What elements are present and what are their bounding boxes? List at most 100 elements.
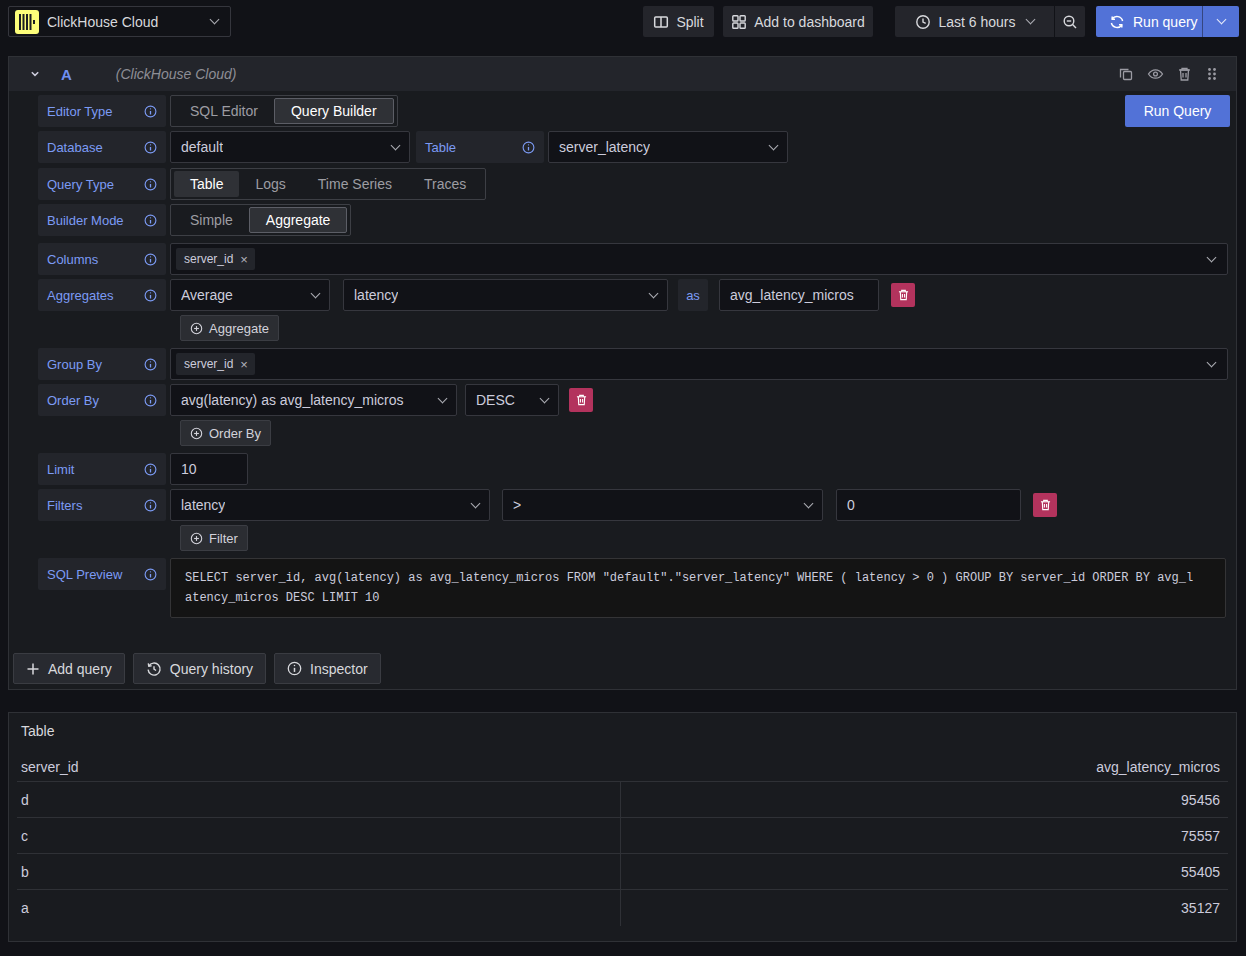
- info-circle-icon: [287, 661, 302, 676]
- remove-icon[interactable]: [240, 358, 248, 371]
- sql-preview-label: SQL Preview: [38, 558, 166, 590]
- limit-row: Limit 10: [38, 453, 248, 485]
- builder-mode-label: Builder Mode: [38, 204, 166, 236]
- group-by-multiselect[interactable]: server_id: [170, 348, 1228, 380]
- query-header[interactable]: A (ClickHouse Cloud): [9, 57, 1236, 91]
- filter-column-select[interactable]: latency: [170, 489, 490, 521]
- order-by-select[interactable]: avg(latency) as avg_latency_micros: [170, 384, 457, 416]
- trash-icon: [898, 289, 909, 301]
- columns-label: Columns: [38, 243, 166, 275]
- query-type-logs[interactable]: Logs: [239, 171, 301, 197]
- chevron-down-icon: [540, 393, 550, 403]
- chevron-down-icon: [1216, 15, 1226, 25]
- info-icon: [144, 463, 157, 476]
- table-header: server_id avg_latency_micros: [21, 759, 1220, 775]
- trash-icon: [576, 394, 587, 406]
- zoom-out-button[interactable]: [1055, 6, 1085, 37]
- remove-query-icon[interactable]: [1177, 66, 1192, 82]
- run-query-split-button: Run query: [1096, 6, 1239, 37]
- query-type-label: Query Type: [38, 168, 166, 200]
- chevron-down-icon: [391, 140, 401, 150]
- filters-row: Filters latency > 0: [38, 489, 1057, 521]
- columns-multiselect[interactable]: server_id: [170, 243, 1228, 275]
- editor-type-sql-editor[interactable]: SQL Editor: [174, 98, 274, 124]
- aggregate-function-select[interactable]: Average: [170, 279, 330, 311]
- limit-input[interactable]: 10: [170, 453, 248, 485]
- column-header-server-id[interactable]: server_id: [21, 759, 79, 775]
- editor-type-query-builder[interactable]: Query Builder: [274, 98, 394, 124]
- group-by-row: Group By server_id: [38, 348, 1228, 380]
- query-ref-id: A: [61, 66, 72, 83]
- toggle-visibility-icon[interactable]: [1147, 66, 1164, 82]
- database-select[interactable]: default: [170, 131, 410, 163]
- table-select[interactable]: server_latency: [548, 131, 788, 163]
- table-row: b55405: [17, 854, 1228, 890]
- info-icon: [144, 499, 157, 512]
- query-history-button[interactable]: Query history: [133, 653, 266, 684]
- info-icon: [144, 568, 157, 581]
- query-type-time-series[interactable]: Time Series: [302, 171, 408, 197]
- remove-icon[interactable]: [240, 253, 248, 266]
- datasource-picker[interactable]: ClickHouse Cloud: [8, 6, 231, 37]
- table-panel: Table server_id avg_latency_micros d9545…: [8, 712, 1237, 942]
- builder-mode-simple[interactable]: Simple: [174, 207, 249, 233]
- info-icon: [144, 289, 157, 302]
- as-label: as: [678, 279, 708, 311]
- column-header-avg-latency-micros[interactable]: avg_latency_micros: [1096, 759, 1220, 775]
- chevron-down-icon: [471, 498, 481, 508]
- group-by-label: Group By: [38, 348, 166, 380]
- editor-type-label: Editor Type: [38, 95, 166, 127]
- add-order-by-button[interactable]: Order By: [180, 420, 271, 446]
- database-label: Database: [38, 131, 166, 163]
- filters-label: Filters: [38, 489, 166, 521]
- sql-preview-text: SELECT server_id, avg(latency) as avg_la…: [185, 568, 1195, 608]
- info-icon: [144, 141, 157, 154]
- apps-icon: [731, 14, 747, 30]
- query-editor-panel: A (ClickHouse Cloud) Run Query Editor Ty…: [8, 56, 1237, 690]
- query-type-group: Table Logs Time Series Traces: [170, 168, 486, 200]
- remove-aggregate-button[interactable]: [891, 283, 915, 307]
- builder-mode-row: Builder Mode Simple Aggregate: [38, 204, 351, 236]
- chevron-down-icon: [769, 140, 779, 150]
- group-by-chip-server-id[interactable]: server_id: [176, 353, 255, 375]
- info-icon: [144, 253, 157, 266]
- query-type-traces[interactable]: Traces: [408, 171, 482, 197]
- inspector-button[interactable]: Inspector: [274, 653, 381, 684]
- builder-mode-group: Simple Aggregate: [170, 204, 351, 236]
- filter-operator-select[interactable]: >: [502, 489, 823, 521]
- add-aggregate-button[interactable]: Aggregate: [180, 315, 279, 341]
- info-icon: [144, 105, 157, 118]
- column-divider: [620, 782, 621, 926]
- split-button[interactable]: Split: [643, 6, 714, 37]
- run-query-dropdown-toggle[interactable]: [1202, 6, 1239, 37]
- add-to-dashboard-button[interactable]: Add to dashboard: [723, 6, 873, 37]
- remove-order-by-button[interactable]: [569, 388, 593, 412]
- run-query-button-editor[interactable]: Run Query: [1125, 95, 1230, 127]
- chevron-down-icon: [1025, 15, 1035, 25]
- run-query-button[interactable]: Run query: [1096, 6, 1202, 37]
- split-icon: [653, 14, 669, 30]
- info-icon: [144, 394, 157, 407]
- sql-preview-box: SELECT server_id, avg(latency) as avg_la…: [170, 558, 1226, 618]
- aggregate-column-select[interactable]: latency: [343, 279, 668, 311]
- query-type-row: Query Type Table Logs Time Series Traces: [38, 168, 486, 200]
- filter-value-input[interactable]: 0: [836, 489, 1021, 521]
- add-query-button[interactable]: Add query: [13, 653, 125, 684]
- query-type-table[interactable]: Table: [174, 171, 239, 197]
- columns-chip-server-id[interactable]: server_id: [176, 248, 255, 270]
- chevron-down-icon: [438, 393, 448, 403]
- remove-filter-button[interactable]: [1033, 493, 1057, 517]
- order-direction-select[interactable]: DESC: [465, 384, 559, 416]
- builder-mode-aggregate[interactable]: Aggregate: [249, 207, 348, 233]
- collapse-chevron-icon: [29, 68, 41, 80]
- time-range-picker[interactable]: Last 6 hours: [895, 6, 1054, 37]
- aggregates-row: Aggregates Average latency as avg_latenc…: [38, 279, 915, 311]
- duplicate-query-icon[interactable]: [1118, 66, 1134, 82]
- database-row: Database default Table server_latency: [38, 131, 788, 163]
- panel-title: Table: [21, 723, 54, 739]
- info-icon: [144, 358, 157, 371]
- aggregates-label: Aggregates: [38, 279, 166, 311]
- drag-handle-icon[interactable]: [1205, 66, 1219, 82]
- aggregate-alias-input[interactable]: avg_latency_micros: [719, 279, 879, 311]
- add-filter-button[interactable]: Filter: [180, 525, 248, 551]
